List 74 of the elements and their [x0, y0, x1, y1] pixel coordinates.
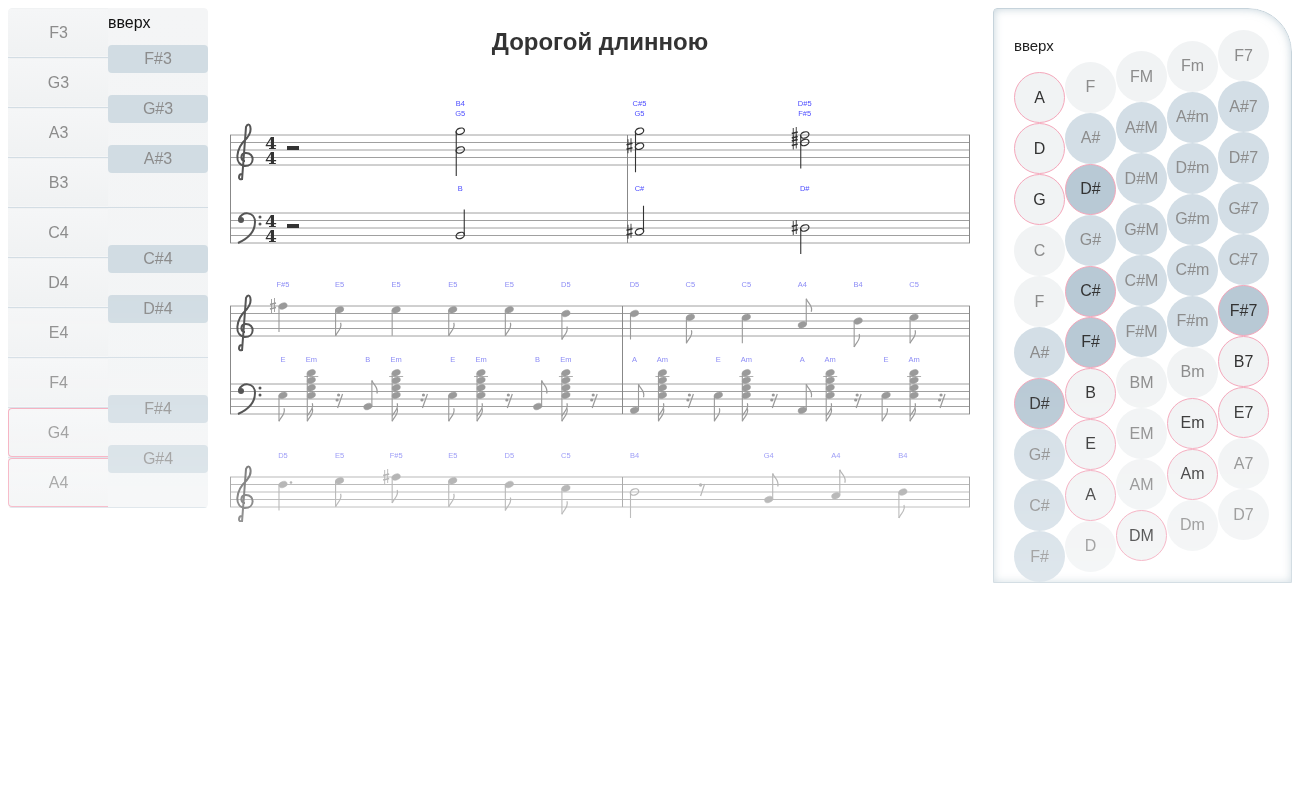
song-title: Дорогой длинною: [490, 28, 710, 56]
chord-button[interactable]: F: [1014, 276, 1065, 327]
sharp-piano-key[interactable]: G#3: [108, 95, 208, 123]
chord-button[interactable]: A: [1014, 72, 1065, 123]
chord-button[interactable]: A#: [1014, 327, 1065, 378]
piano-key[interactable]: G3: [8, 58, 108, 107]
chord-button[interactable]: A#: [1065, 112, 1116, 164]
piano-key[interactable]: F3: [8, 8, 108, 57]
chord-button[interactable]: D: [1014, 123, 1065, 174]
chord-button[interactable]: FM: [1116, 51, 1167, 102]
chord-button[interactable]: F#: [1065, 316, 1116, 368]
chord-button[interactable]: D#M: [1116, 153, 1167, 204]
chord-button[interactable]: A#7: [1218, 81, 1269, 132]
chord-button[interactable]: A#m: [1167, 91, 1218, 143]
sharp-piano-key[interactable]: D#4: [108, 295, 208, 323]
chord-button[interactable]: C#7: [1218, 234, 1269, 285]
chord-button[interactable]: A7: [1218, 438, 1269, 489]
chord-button[interactable]: F: [1065, 61, 1116, 113]
bass-clef-icon: [237, 383, 262, 415]
direction-label: вверх: [1014, 37, 1054, 54]
chord-button[interactable]: D#: [1065, 163, 1116, 215]
piano-key[interactable]: A4: [8, 458, 108, 507]
chord-button[interactable]: F#M: [1116, 306, 1167, 357]
chord-button[interactable]: Fm: [1167, 40, 1218, 92]
direction-label: вверх: [108, 14, 151, 32]
chord-button[interactable]: D#m: [1167, 142, 1218, 194]
chord-button[interactable]: B7: [1218, 336, 1269, 387]
chord-button[interactable]: A: [1065, 469, 1116, 521]
sharp-piano-key[interactable]: F#3: [108, 45, 208, 73]
piano-key[interactable]: B3: [8, 158, 108, 207]
chord-button[interactable]: G#M: [1116, 204, 1167, 255]
chord-button[interactable]: C: [1014, 225, 1065, 276]
sharp-piano-key[interactable]: C#4: [108, 245, 208, 273]
chord-button[interactable]: D: [1065, 520, 1116, 572]
chord-button[interactable]: G: [1014, 174, 1065, 225]
sharp-piano-key[interactable]: F#4: [108, 395, 208, 423]
system-bracket: [230, 476, 231, 508]
chord-button[interactable]: C#M: [1116, 255, 1167, 306]
chord-button[interactable]: AM: [1116, 459, 1167, 510]
chord-button[interactable]: F#7: [1218, 285, 1269, 336]
chord-button[interactable]: F#m: [1167, 295, 1218, 347]
bar-line: [969, 476, 970, 508]
chord-button[interactable]: G#: [1065, 214, 1116, 266]
chord-button[interactable]: BM: [1116, 357, 1167, 408]
chord-button[interactable]: D#: [1014, 378, 1065, 429]
chord-button[interactable]: C#m: [1167, 244, 1218, 296]
chord-button[interactable]: A#M: [1116, 102, 1167, 153]
chord-button[interactable]: B: [1065, 367, 1116, 419]
chord-button[interactable]: F#: [1014, 531, 1065, 582]
chord-button[interactable]: C#: [1065, 265, 1116, 317]
chord-button[interactable]: Dm: [1167, 499, 1218, 551]
chord-button[interactable]: G#: [1014, 429, 1065, 480]
piano-key[interactable]: A3: [8, 108, 108, 157]
chord-button[interactable]: Am: [1167, 448, 1218, 500]
chord-button[interactable]: D#7: [1218, 132, 1269, 183]
chord-button[interactable]: E7: [1218, 387, 1269, 438]
chord-button[interactable]: D7: [1218, 489, 1269, 540]
chord-button[interactable]: E: [1065, 418, 1116, 470]
bar-line: [622, 476, 623, 508]
chord-button[interactable]: G#m: [1167, 193, 1218, 245]
chord-button[interactable]: C#: [1014, 480, 1065, 531]
bass-clef-icon: [237, 212, 262, 244]
piano-key[interactable]: G4: [8, 408, 108, 457]
chord-button[interactable]: EM: [1116, 408, 1167, 459]
chord-button[interactable]: Em: [1167, 397, 1218, 449]
chord-button[interactable]: DM: [1116, 510, 1167, 561]
sharp-piano-key[interactable]: G#4: [108, 445, 208, 473]
chord-button[interactable]: Bm: [1167, 346, 1218, 398]
chord-button[interactable]: F7: [1218, 30, 1269, 81]
treble-clef-icon: [236, 465, 254, 523]
treble-clef-icon: [236, 294, 254, 352]
chord-button[interactable]: G#7: [1218, 183, 1269, 234]
treble-clef-icon: [236, 123, 254, 181]
sharp-piano-key[interactable]: A#3: [108, 145, 208, 173]
